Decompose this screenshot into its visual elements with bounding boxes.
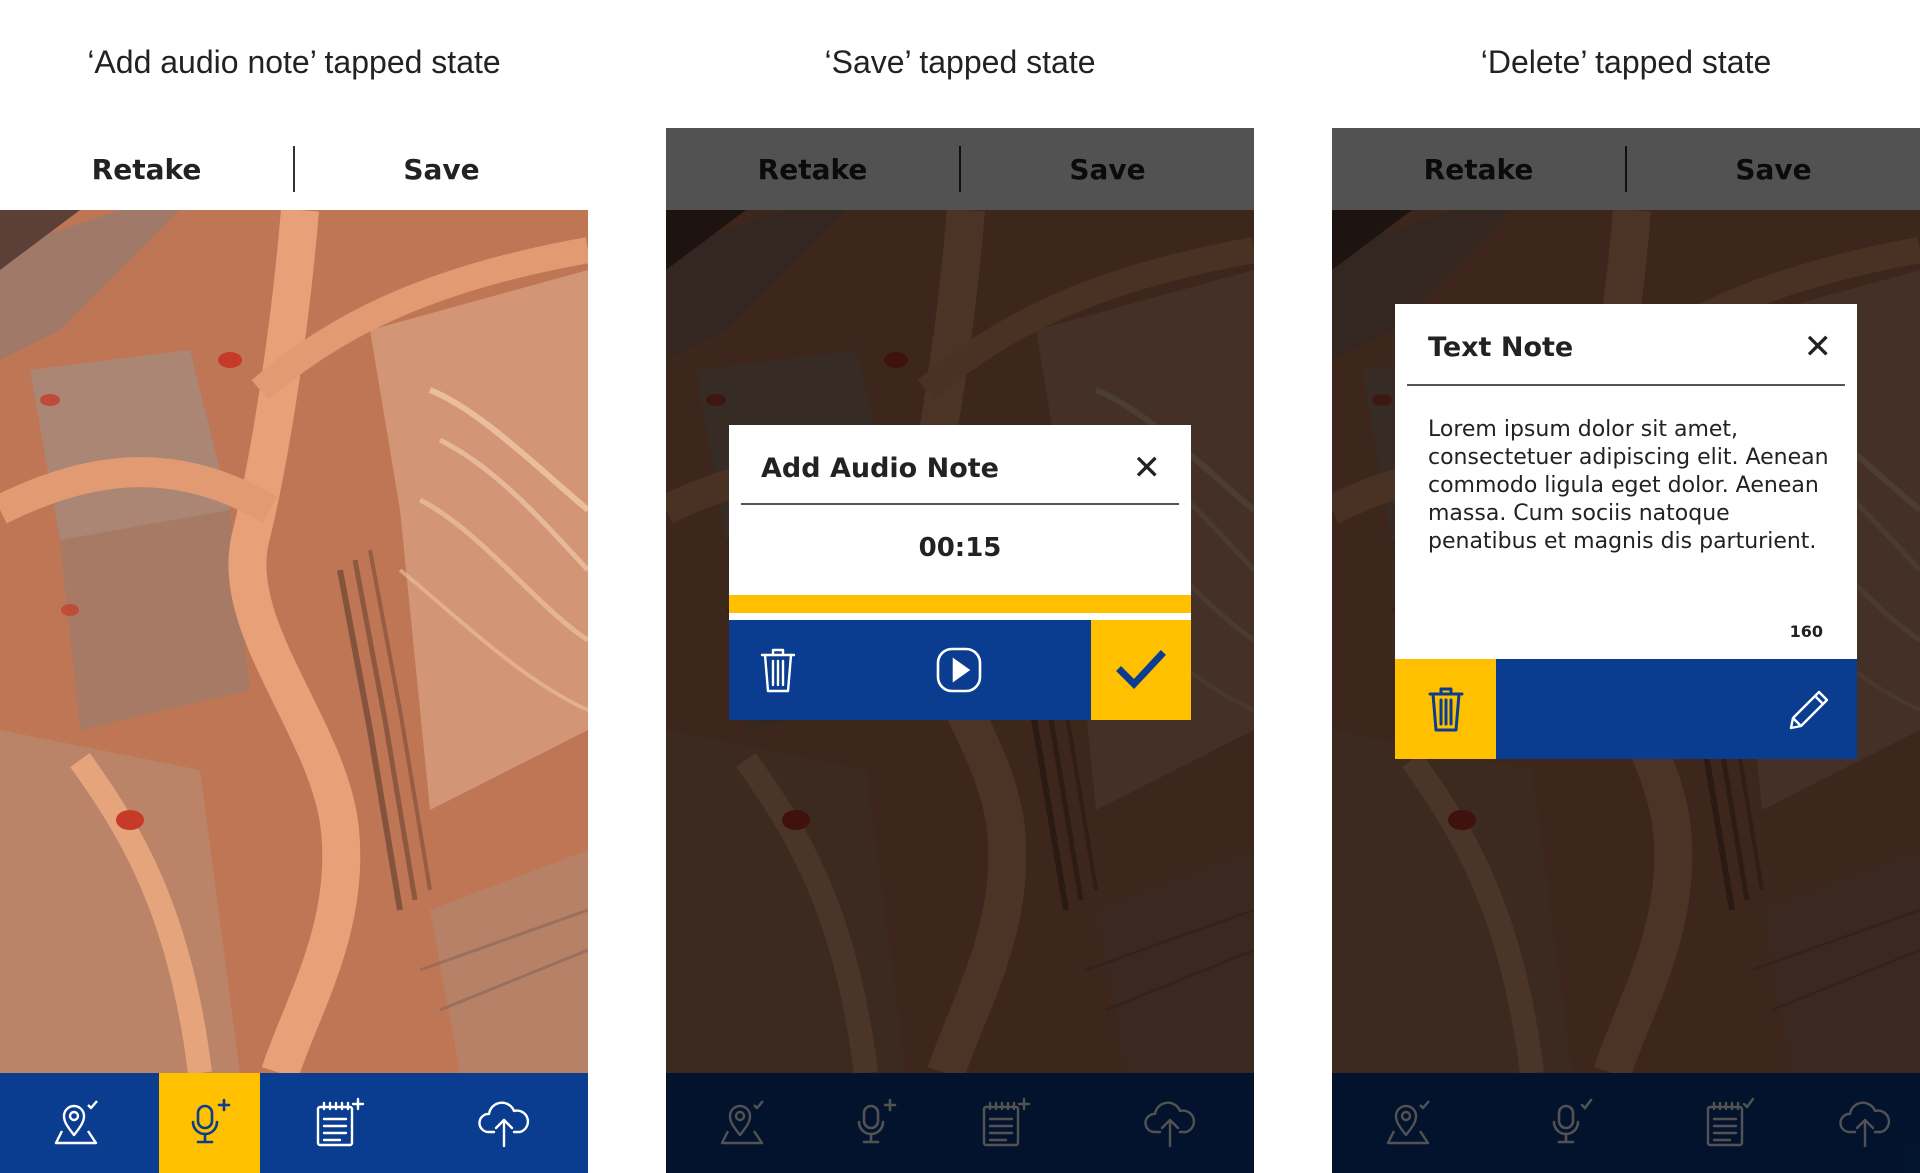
play-icon — [936, 647, 982, 693]
tab-location[interactable] — [0, 1073, 159, 1173]
close-icon[interactable]: ✕ — [1133, 451, 1162, 485]
divider — [741, 503, 1179, 505]
phone-screen-add-audio-tapped: Retake Save — [0, 128, 588, 1173]
captured-photo — [0, 210, 588, 1073]
map-pin-check-icon — [54, 1100, 98, 1145]
recording-progress-fill — [729, 595, 1191, 613]
audio-note-dialog: Add Audio Note ✕ 00:15 — [729, 425, 1191, 720]
checkmark-icon — [1116, 650, 1166, 690]
text-note-action-row — [1395, 659, 1857, 759]
audio-action-row — [729, 620, 1191, 720]
divider — [1407, 384, 1845, 386]
caption-delete-tapped: ‘Delete’ tapped state — [1480, 44, 1772, 80]
recording-timer: 00:15 — [918, 533, 1002, 563]
phone-screen-delete-tapped: Retake Save Text Note ✕ Lorem ipsum dolo… — [1332, 128, 1920, 1173]
trash-icon — [1428, 687, 1463, 732]
microphone-add-icon — [191, 1098, 230, 1144]
edit-note-button[interactable] — [1496, 659, 1857, 759]
dialog-title: Add Audio Note — [761, 452, 999, 484]
dialog-title: Text Note — [1428, 331, 1574, 363]
tab-upload[interactable] — [419, 1073, 588, 1173]
confirm-recording-button[interactable] — [1091, 620, 1191, 720]
tab-audio-note[interactable] — [159, 1073, 260, 1173]
delete-note-button[interactable] — [1395, 659, 1496, 759]
notepad-add-icon — [316, 1097, 364, 1147]
phone-screen-save-tapped: Retake Save Add Audio Note ✕ 00:15 — [666, 128, 1254, 1173]
caption-save-tapped: ‘Save’ tapped state — [824, 44, 1096, 80]
retake-button[interactable]: Retake — [0, 153, 293, 186]
caption-add-audio-tapped: ‘Add audio note’ tapped state — [87, 44, 501, 80]
pencil-icon — [1789, 690, 1829, 730]
save-button[interactable]: Save — [295, 153, 588, 186]
recording-progress-bar — [729, 595, 1191, 613]
text-note-dialog: Text Note ✕ Lorem ipsum dolor sit amet, … — [1395, 304, 1857, 759]
top-action-bar: Retake Save — [0, 128, 588, 210]
cloud-upload-icon — [477, 1101, 529, 1148]
note-body-text[interactable]: Lorem ipsum dolor sit amet, consectetuer… — [1428, 416, 1833, 556]
close-icon[interactable]: ✕ — [1804, 330, 1833, 364]
character-counter: 160 — [1789, 622, 1823, 641]
tab-text-note[interactable] — [260, 1073, 419, 1173]
bottom-toolbar — [0, 1073, 588, 1173]
trash-icon — [760, 648, 796, 693]
delete-recording-button[interactable] — [729, 620, 827, 720]
play-recording-button[interactable] — [827, 620, 1091, 720]
